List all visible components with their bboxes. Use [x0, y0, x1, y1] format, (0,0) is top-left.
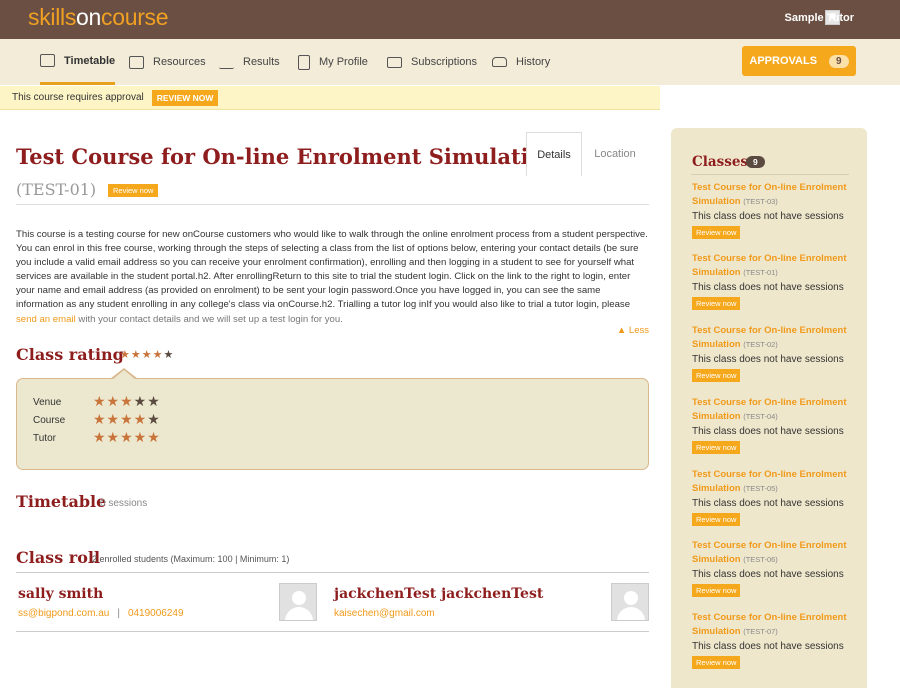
review-now-button[interactable]: Review now	[692, 656, 741, 669]
class-roll-title: Class roll	[16, 548, 101, 567]
tab-details[interactable]: Details	[526, 132, 582, 176]
venue-stars[interactable]: ★★★★★	[93, 393, 161, 410]
top-bar: skillsoncourse Sample Tutor	[0, 0, 900, 39]
student-photo	[611, 583, 649, 621]
rating-row-tutor: Tutor ★★★★★	[33, 429, 161, 445]
class-list-item: Test Course for On-line Enrolment Simula…	[692, 540, 847, 597]
rating-row-course: Course ★★★★★	[33, 411, 161, 427]
approvals-button[interactable]: APPROVALS 9	[742, 46, 856, 76]
student-name: jackchenTest jackchenTest	[334, 586, 544, 602]
student-name: sally smith	[18, 586, 104, 602]
classes-sidebar: Classes 9 Test Course for On-line Enrolm…	[671, 128, 867, 688]
rating-row-venue: Venue ★★★★★	[33, 393, 161, 409]
nav-history[interactable]: History	[492, 39, 550, 85]
class-rating-title: Class rating	[16, 345, 124, 364]
student-photo	[279, 583, 317, 621]
tutor-stars[interactable]: ★★★★★	[93, 429, 161, 446]
class-list-item: Test Course for On-line Enrolment Simula…	[692, 469, 847, 526]
review-now-button[interactable]: Review now	[692, 513, 741, 526]
approval-banner-text: This course requires approval	[12, 92, 144, 103]
review-now-button[interactable]: REVIEW NOW	[151, 89, 219, 106]
nav-subscriptions[interactable]: Subscriptions	[387, 39, 477, 85]
student-email[interactable]: ss@bigpond.com.au	[18, 608, 109, 619]
logo[interactable]: skillsoncourse	[28, 4, 169, 31]
class-list-item: Test Course for On-line Enrolment Simula…	[692, 397, 847, 454]
approval-banner: This course requires approval REVIEW NOW	[0, 86, 660, 110]
calendar-icon	[40, 54, 55, 67]
review-now-button[interactable]: Review now	[692, 369, 741, 382]
timetable-title: Timetable	[16, 492, 107, 511]
tab-location[interactable]: Location	[582, 132, 648, 176]
nav-results[interactable]: Results	[219, 39, 280, 85]
overall-rating-stars: ★★★★★	[120, 349, 175, 361]
bar-chart-icon	[219, 56, 234, 69]
main-nav: Timetable Resources Results My Profile S…	[0, 39, 900, 85]
student-contact: ss@bigpond.com.au | 0419006249	[18, 608, 184, 619]
divider	[691, 174, 849, 175]
divider	[16, 204, 649, 205]
class-list-item: Test Course for On-line Enrolment Simula…	[692, 253, 847, 310]
nav-timetable[interactable]: Timetable	[40, 39, 116, 85]
student-phone[interactable]: 0419006249	[128, 608, 184, 619]
less-toggle[interactable]: ▲ Less	[617, 325, 649, 336]
enrolment-note: 2 enrolled students (Maximum: 100 | Mini…	[92, 554, 290, 564]
classes-title: Classes	[692, 154, 749, 170]
course-code: (TEST-01)	[16, 180, 97, 199]
page-title: Test Course for On-line Enrolment Simula…	[16, 144, 558, 169]
review-now-button[interactable]: Review now	[692, 297, 741, 310]
rating-box: Venue ★★★★★ Course ★★★★★ Tutor ★★★★★	[16, 378, 649, 470]
approvals-count-badge: 9	[829, 54, 849, 68]
review-now-button[interactable]: Review now	[692, 584, 741, 597]
send-email-link[interactable]: send an email	[16, 314, 76, 325]
rating-box-pointer-fill	[112, 370, 136, 380]
nav-resources[interactable]: Resources	[129, 39, 206, 85]
classes-count-badge: 9	[746, 156, 765, 168]
inbox-icon	[492, 57, 507, 67]
sessions-count: 0 sessions	[100, 498, 148, 509]
review-now-link[interactable]: Review now	[108, 184, 159, 197]
nav-my-profile[interactable]: My Profile	[298, 39, 368, 85]
course-stars[interactable]: ★★★★★	[93, 411, 161, 428]
user-name[interactable]: Sample Tutor	[785, 12, 854, 24]
folder-icon	[129, 55, 144, 69]
student-email[interactable]: kaisechen@gmail.com	[334, 608, 435, 619]
divider	[16, 572, 649, 573]
review-now-button[interactable]: Review now	[692, 226, 741, 239]
class-list-item: Test Course for On-line Enrolment Simula…	[692, 612, 847, 669]
envelope-icon	[387, 56, 402, 68]
student-contact: kaisechen@gmail.com	[334, 608, 435, 619]
divider	[16, 631, 649, 632]
review-now-button[interactable]: Review now	[692, 441, 741, 454]
course-description: This course is a testing course for new …	[16, 229, 648, 325]
class-list-item: Test Course for On-line Enrolment Simula…	[692, 182, 847, 239]
profile-icon	[298, 54, 310, 70]
class-list-item: Test Course for On-line Enrolment Simula…	[692, 325, 847, 382]
